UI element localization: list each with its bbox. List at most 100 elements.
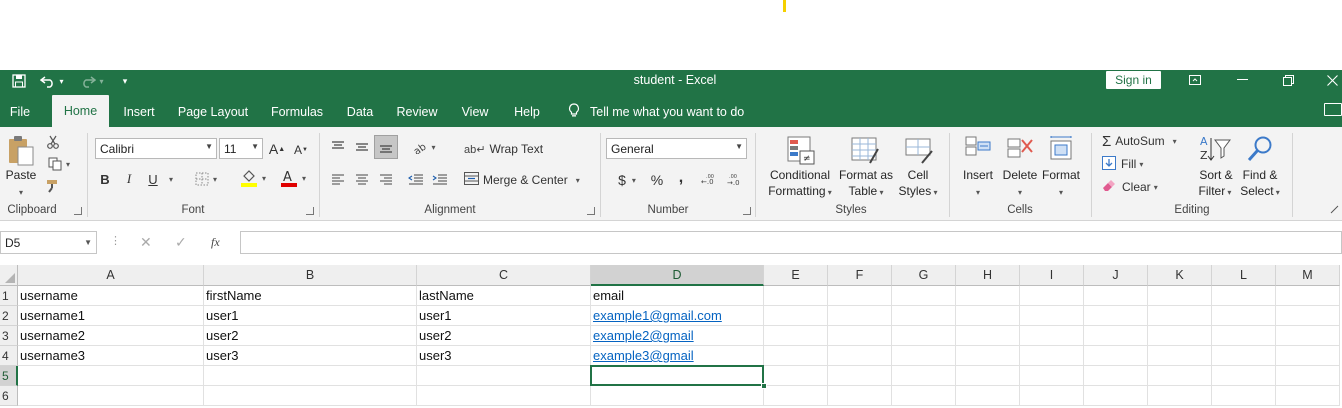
find-select-icon[interactable] [1244, 133, 1276, 165]
column-header-g[interactable]: G [892, 265, 956, 286]
cell-b5[interactable] [204, 366, 417, 386]
insert-cells-icon[interactable] [962, 133, 994, 165]
cell-m3[interactable] [1276, 326, 1340, 346]
align-center-icon[interactable] [352, 169, 372, 189]
cell-styles-button[interactable]: Styles ▾ [890, 184, 946, 200]
tab-view[interactable]: View [454, 96, 496, 127]
format-cells-label[interactable]: Format [1038, 168, 1084, 183]
top-align-icon[interactable] [328, 137, 348, 157]
cancel-icon[interactable]: ✕ [140, 234, 152, 251]
cell-e5[interactable] [764, 366, 828, 386]
insert-cells-label[interactable]: Insert [956, 168, 1000, 183]
delete-cells-label[interactable]: Delete [998, 168, 1042, 183]
ribbon-display-options-icon[interactable] [1183, 71, 1207, 89]
cell-k4[interactable] [1148, 346, 1212, 366]
cell-h2[interactable] [956, 306, 1020, 326]
tab-review[interactable]: Review [390, 96, 444, 127]
cell-c3[interactable]: user2 [417, 326, 591, 346]
cell-c4[interactable]: user3 [417, 346, 591, 366]
tell-me-search[interactable]: Tell me what you want to do [568, 96, 744, 127]
cell-l4[interactable] [1212, 346, 1276, 366]
conditional-formatting-label-1[interactable]: Conditional [764, 168, 836, 183]
cell-styles-icon[interactable] [902, 133, 936, 167]
delete-cells-dropdown-icon[interactable]: ▾ [998, 185, 1042, 200]
sort-filter-icon[interactable]: AZ [1198, 133, 1232, 165]
cell-e6[interactable] [764, 386, 828, 406]
fill-button[interactable]: Fill ▾ [1102, 155, 1162, 173]
cell-l5[interactable] [1212, 366, 1276, 386]
cell-m1[interactable] [1276, 286, 1340, 306]
column-header-h[interactable]: H [956, 265, 1020, 286]
copy-icon[interactable]: ▾ [42, 155, 76, 173]
cell-j2[interactable] [1084, 306, 1148, 326]
font-color-icon[interactable]: A ▾ [276, 167, 310, 189]
name-box[interactable]: D5 ▼ [0, 231, 97, 254]
cell-b4[interactable]: user3 [204, 346, 417, 366]
row-header-5[interactable]: 5 [0, 366, 18, 386]
cell-d6[interactable] [591, 386, 764, 406]
cell-j5[interactable] [1084, 366, 1148, 386]
conditional-formatting-button[interactable]: Formatting ▾ [764, 184, 836, 200]
cell-l6[interactable] [1212, 386, 1276, 406]
cell-f1[interactable] [828, 286, 892, 306]
cell-b1[interactable]: firstName [204, 286, 417, 306]
underline-button[interactable]: U [145, 170, 161, 188]
cell-g4[interactable] [892, 346, 956, 366]
clipboard-launcher-icon[interactable] [74, 207, 82, 215]
cell-g5[interactable] [892, 366, 956, 386]
middle-align-icon[interactable] [352, 137, 372, 157]
column-header-l[interactable]: L [1212, 265, 1276, 286]
cell-k2[interactable] [1148, 306, 1212, 326]
decrease-font-size-icon[interactable]: A ▼ [292, 141, 310, 159]
undo-icon[interactable]: ▾ [38, 72, 66, 90]
font-launcher-icon[interactable] [306, 207, 314, 215]
cell-g1[interactable] [892, 286, 956, 306]
currency-button[interactable]: $ ▾ [610, 170, 644, 190]
column-header-a[interactable]: A [18, 265, 204, 286]
column-header-c[interactable]: C [417, 265, 591, 286]
cell-m5[interactable] [1276, 366, 1340, 386]
row-header-6[interactable]: 6 [0, 386, 18, 406]
wrap-text-button[interactable]: ab↵ Wrap Text [464, 139, 544, 159]
tab-insert[interactable]: Insert [116, 96, 162, 127]
cell-e3[interactable] [764, 326, 828, 346]
cell-a5[interactable] [18, 366, 204, 386]
decrease-indent-icon[interactable] [406, 169, 426, 189]
cell-e2[interactable] [764, 306, 828, 326]
cell-a3[interactable]: username2 [18, 326, 204, 346]
column-header-b[interactable]: B [204, 265, 417, 286]
cell-c2[interactable]: user1 [417, 306, 591, 326]
font-name-combo[interactable]: Calibri ▼ [95, 138, 217, 159]
paste-label[interactable]: Paste [2, 168, 40, 183]
format-as-table-icon[interactable] [848, 133, 882, 167]
cell-h6[interactable] [956, 386, 1020, 406]
italic-button[interactable]: I [121, 170, 137, 188]
font-size-combo[interactable]: 11 ▼ [219, 138, 263, 159]
borders-icon[interactable]: ▾ [190, 170, 222, 188]
align-left-icon[interactable] [328, 169, 348, 189]
format-as-table-label-1[interactable]: Format as [834, 168, 898, 183]
cell-i2[interactable] [1020, 306, 1084, 326]
comments-icon[interactable] [1324, 103, 1342, 116]
cut-icon[interactable] [44, 133, 62, 151]
cell-m2[interactable] [1276, 306, 1340, 326]
tab-help[interactable]: Help [506, 96, 548, 127]
tab-formulas[interactable]: Formulas [264, 96, 330, 127]
formula-input[interactable] [240, 231, 1342, 254]
cell-i3[interactable] [1020, 326, 1084, 346]
row-header-1[interactable]: 1 [0, 286, 18, 306]
column-header-j[interactable]: J [1084, 265, 1148, 286]
row-header-2[interactable]: 2 [0, 306, 18, 326]
cell-c5[interactable] [417, 366, 591, 386]
cell-m4[interactable] [1276, 346, 1340, 366]
cell-a6[interactable] [18, 386, 204, 406]
percent-button[interactable]: % [648, 170, 666, 190]
format-cells-icon[interactable] [1045, 133, 1077, 165]
cell-a4[interactable]: username3 [18, 346, 204, 366]
row-header-4[interactable]: 4 [0, 346, 18, 366]
cell-g2[interactable] [892, 306, 956, 326]
increase-decimal-icon[interactable]: ←.0.00 [700, 170, 722, 190]
cell-h1[interactable] [956, 286, 1020, 306]
cell-e4[interactable] [764, 346, 828, 366]
comma-style-button[interactable]: , [674, 168, 688, 188]
